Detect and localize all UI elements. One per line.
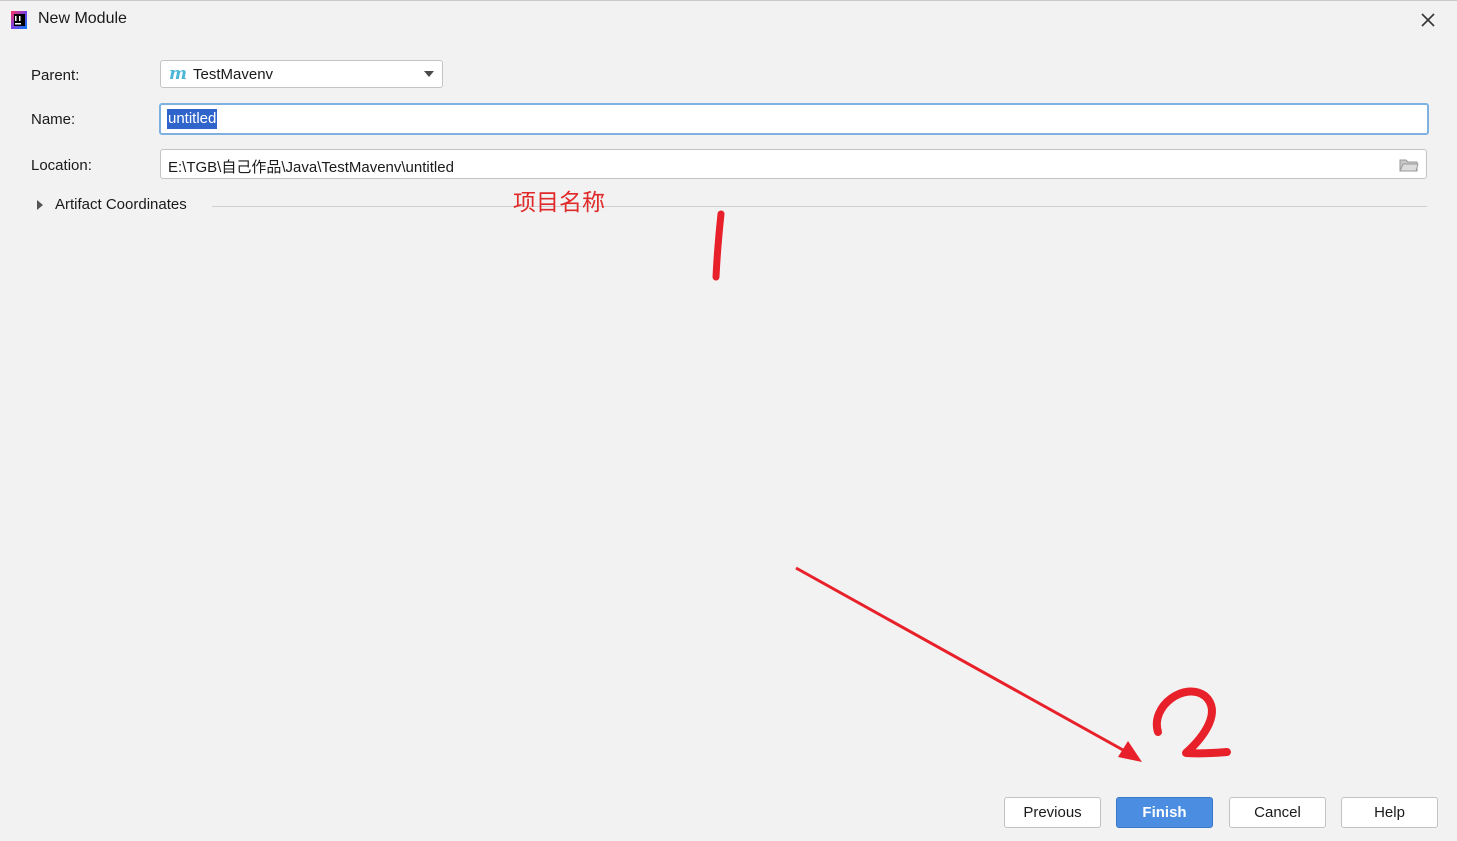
name-input-value[interactable]: untitled bbox=[167, 109, 218, 129]
title-bar: New Module bbox=[0, 1, 1457, 39]
parent-label: Parent: bbox=[31, 67, 80, 84]
name-input[interactable]: untitled bbox=[159, 103, 1429, 135]
intellij-idea-icon bbox=[11, 11, 27, 29]
annotation-project-name: 项目名称 bbox=[513, 190, 605, 216]
artifact-coordinates-label[interactable]: Artifact Coordinates bbox=[55, 196, 187, 213]
annotation-arrow-head bbox=[1118, 741, 1142, 762]
section-divider bbox=[212, 206, 1427, 207]
new-module-dialog: New Module Parent: m TestMavenv Name: un… bbox=[0, 0, 1457, 840]
artifact-coordinates-section[interactable]: Artifact Coordinates bbox=[31, 195, 1427, 217]
parent-selected-value: TestMavenv bbox=[193, 66, 274, 83]
finish-button[interactable]: Finish bbox=[1116, 797, 1213, 828]
dialog-title: New Module bbox=[38, 10, 127, 27]
expand-triangle-icon[interactable] bbox=[37, 200, 43, 210]
help-button[interactable]: Help bbox=[1341, 797, 1438, 828]
chevron-down-icon[interactable] bbox=[424, 71, 434, 77]
annotation-arrow-line bbox=[795, 566, 1133, 757]
close-icon[interactable] bbox=[1417, 9, 1439, 31]
folder-icon[interactable] bbox=[1399, 157, 1419, 173]
previous-button[interactable]: Previous bbox=[1004, 797, 1101, 828]
parent-dropdown[interactable]: m TestMavenv bbox=[160, 60, 443, 88]
location-input-value[interactable]: E:\TGB\自己作品\Java\TestMavenv\untitled bbox=[168, 156, 454, 177]
location-input[interactable]: E:\TGB\自己作品\Java\TestMavenv\untitled bbox=[160, 149, 1427, 179]
cancel-button[interactable]: Cancel bbox=[1229, 797, 1326, 828]
annotation-number-1 bbox=[712, 210, 725, 281]
location-label: Location: bbox=[31, 157, 92, 174]
name-label: Name: bbox=[31, 111, 76, 128]
annotation-number-2 bbox=[1152, 687, 1231, 758]
maven-icon: m bbox=[169, 64, 187, 84]
